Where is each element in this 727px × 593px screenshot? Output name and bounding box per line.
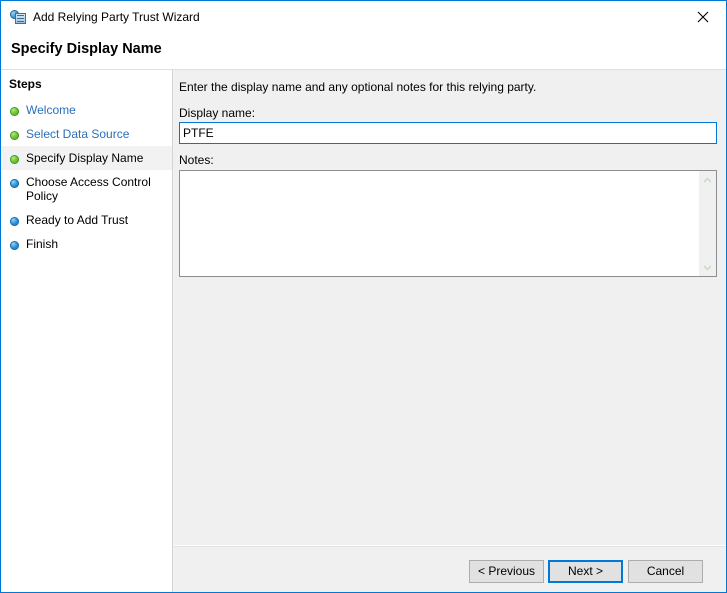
step-bullet-icon [10, 217, 19, 226]
step-bullet-icon [10, 179, 19, 188]
sidebar-item-ready-to-add-trust[interactable]: Ready to Add Trust [1, 208, 172, 232]
window-title: Add Relying Party Trust Wizard [33, 9, 200, 24]
sidebar-item-specify-display-name[interactable]: Specify Display Name [1, 146, 172, 170]
step-bullet-icon [10, 155, 19, 164]
footer-bar: < Previous Next > Cancel [1, 550, 726, 592]
previous-button[interactable]: < Previous [469, 560, 544, 583]
sidebar-item-welcome[interactable]: Welcome [1, 98, 172, 122]
notes-scrollbar[interactable] [698, 171, 716, 276]
notes-textarea[interactable] [180, 171, 698, 276]
window-body: Steps Welcome Select Data Source Specify… [1, 70, 726, 592]
chevron-down-icon [703, 264, 712, 271]
close-icon [697, 11, 709, 22]
display-name-label: Display name: [179, 106, 256, 120]
sidebar-item-select-data-source[interactable]: Select Data Source [1, 122, 172, 146]
display-name-input[interactable] [179, 122, 717, 144]
sidebar-item-label: Specify Display Name [26, 151, 144, 165]
scroll-up-button[interactable] [699, 171, 716, 188]
step-bullet-icon [10, 241, 19, 250]
sidebar-item-label: Welcome [26, 103, 76, 117]
steps-heading: Steps [9, 77, 42, 91]
sidebar-item-label: Choose Access Control Policy [26, 175, 151, 203]
close-button[interactable] [680, 1, 726, 32]
notes-field-wrapper [179, 170, 717, 277]
content-panel: Enter the display name and any optional … [174, 70, 726, 592]
chevron-up-icon [703, 176, 712, 183]
scroll-down-button[interactable] [699, 259, 716, 276]
sidebar-item-label: Ready to Add Trust [26, 213, 129, 227]
sidebar-item-label: Finish [26, 237, 59, 251]
next-button[interactable]: Next > [548, 560, 623, 583]
step-bullet-icon [10, 107, 19, 116]
steps-sidebar: Steps Welcome Select Data Source Specify… [1, 70, 173, 592]
steps-list: Welcome Select Data Source Specify Displ… [1, 98, 172, 256]
sidebar-item-label: Select Data Source [26, 127, 130, 141]
relying-party-trust-icon [10, 9, 26, 25]
sidebar-item-choose-access-control-policy[interactable]: Choose Access Control Policy [1, 170, 172, 208]
cancel-button[interactable]: Cancel [628, 560, 703, 583]
instruction-text: Enter the display name and any optional … [179, 80, 537, 94]
page-header: Specify Display Name [1, 32, 726, 70]
title-bar: Add Relying Party Trust Wizard [1, 1, 726, 32]
notes-label: Notes: [179, 153, 214, 167]
page-title: Specify Display Name [11, 41, 162, 57]
step-bullet-icon [10, 131, 19, 140]
sidebar-item-finish[interactable]: Finish [1, 232, 172, 256]
wizard-window: Add Relying Party Trust Wizard Specify D… [0, 0, 727, 593]
footer-separator-shadow [174, 546, 726, 547]
